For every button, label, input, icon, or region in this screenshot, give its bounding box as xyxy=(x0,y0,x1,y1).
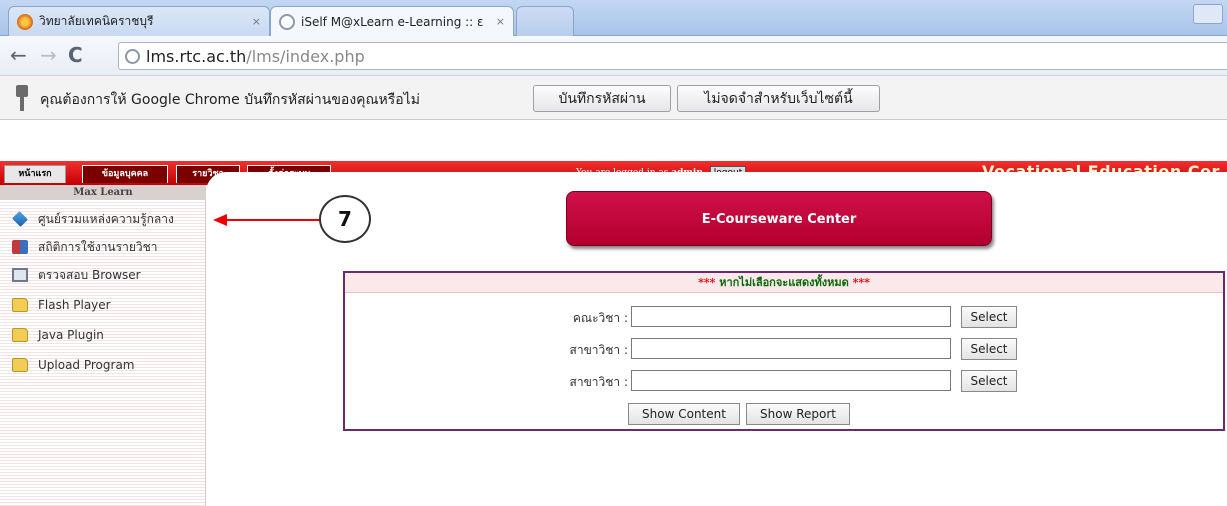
sidebar-item-label: ศูนย์รวมแหล่งความรู้กลาง xyxy=(38,211,174,226)
sidebar-header: Max Learn xyxy=(0,185,206,200)
faculty-select-button[interactable]: Select xyxy=(961,306,1017,328)
panel-stars-left: *** xyxy=(698,276,716,289)
computer-icon xyxy=(12,268,28,282)
department-input-2[interactable] xyxy=(631,370,951,391)
filter-row-department-1: สาขาวิชา : Select xyxy=(345,338,1223,362)
department-select-button-2[interactable]: Select xyxy=(961,370,1017,392)
page-top-spacer xyxy=(0,120,1227,161)
filter-row-faculty: คณะวิชา : Select xyxy=(345,306,1223,330)
new-tab-button[interactable] xyxy=(516,6,574,36)
tab-close-icon[interactable]: × xyxy=(496,15,505,28)
sidebar-item-java-plugin[interactable]: Java Plugin xyxy=(12,325,104,345)
panel-header: *** หากไม่เลือกจะแสดงทั้งหมด *** xyxy=(345,273,1223,293)
callout-line xyxy=(226,219,320,221)
window-minimize-icon[interactable] xyxy=(1193,4,1223,24)
sidebar-item-course-stats[interactable]: สถิติการใช้งานรายวิชา xyxy=(12,237,157,257)
globe-icon xyxy=(125,48,140,64)
browser-tab-strip: วิทยาลัยเทคนิคราชบุรี × iSelf M@xLearn e… xyxy=(0,0,1227,36)
sidebar-item-flash-player[interactable]: Flash Player xyxy=(12,295,111,315)
browser-tab-iself[interactable]: iSelf M@xLearn e-Learning :: ε × xyxy=(270,6,514,36)
sidebar-item-check-browser[interactable]: ตรวจสอบ Browser xyxy=(12,265,141,285)
tab-title: วิทยาลัยเทคนิคราชบุรี xyxy=(39,14,154,28)
address-bar[interactable]: lms.rtc.ac.th/lms/index.php xyxy=(118,42,1227,70)
globe-favicon-icon xyxy=(279,13,295,30)
nav-tab-personal[interactable]: ข้อมูลบุคคล xyxy=(82,165,168,183)
sidebar-item-label: Java Plugin xyxy=(38,328,104,342)
cube-icon xyxy=(12,211,28,227)
sidebar-item-label: Upload Program xyxy=(38,358,135,372)
browser-tab-college[interactable]: วิทยาลัยเทคนิคราชบุรี × xyxy=(8,6,270,36)
url-host: lms.rtc.ac.th xyxy=(146,46,247,66)
sidebar-item-label: สถิติการใช้งานรายวิชา xyxy=(38,239,158,254)
filter-row-department-2: สาขาวิชา : Select xyxy=(345,370,1223,394)
password-infobar: คุณต้องการให้ Google Chrome บันทึกรหัสผ่… xyxy=(0,76,1227,120)
back-arrow-icon[interactable]: ← xyxy=(10,44,27,66)
folder-icon xyxy=(12,298,28,312)
college-favicon-icon xyxy=(17,13,33,30)
folder-icon xyxy=(12,328,28,342)
department-select-button[interactable]: Select xyxy=(961,338,1017,360)
sidebar-item-knowledge-center[interactable]: ศูนย์รวมแหล่งความรู้กลาง xyxy=(12,209,174,229)
key-icon xyxy=(16,85,28,111)
faculty-label: คณะวิชา : xyxy=(572,311,628,325)
forward-arrow-icon[interactable]: → xyxy=(40,44,57,66)
save-password-button[interactable]: บันทึกรหัสผ่าน xyxy=(533,85,671,112)
reload-icon[interactable]: C xyxy=(68,44,83,66)
department-label: สาขาวิชา : xyxy=(569,343,628,357)
never-for-site-button[interactable]: ไม่จดจำสำหรับเว็บไซต์นี้ xyxy=(677,85,880,112)
department-input[interactable] xyxy=(631,338,951,359)
show-report-button[interactable]: Show Report xyxy=(746,403,850,425)
panel-title: หากไม่เลือกจะแสดงทั้งหมด xyxy=(719,276,849,289)
callout-number: 7 xyxy=(319,195,371,243)
panel-stars-right: *** xyxy=(852,276,870,289)
book-icon xyxy=(12,240,28,254)
sidebar-item-label: Flash Player xyxy=(38,298,111,312)
faculty-input[interactable] xyxy=(631,306,951,327)
sidebar-item-upload-program[interactable]: Upload Program xyxy=(12,355,135,375)
folder-icon xyxy=(12,358,28,372)
infobar-message: คุณต้องการให้ Google Chrome บันทึกรหัสผ่… xyxy=(40,92,420,108)
department-label-2: สาขาวิชา : xyxy=(569,375,628,389)
tab-title: iSelf M@xLearn e-Learning :: ε xyxy=(301,14,484,29)
url-path: /lms/index.php xyxy=(246,46,365,66)
tab-close-icon[interactable]: × xyxy=(252,15,261,28)
filter-panel: *** หากไม่เลือกจะแสดงทั้งหมด *** คณะวิชา… xyxy=(343,271,1225,431)
show-content-button[interactable]: Show Content xyxy=(628,403,740,425)
callout-arrow-icon xyxy=(213,214,227,226)
nav-tab-home[interactable]: หน้าแรก xyxy=(4,165,66,183)
browser-toolbar: ← → C lms.rtc.ac.th/lms/index.php xyxy=(0,36,1227,76)
sidebar: Max Learn ศูนย์รวมแหล่งความรู้กลาง สถิติ… xyxy=(0,185,206,506)
sidebar-item-label: ตรวจสอบ Browser xyxy=(38,267,141,282)
ecourseware-center-button[interactable]: E-Courseware Center xyxy=(566,191,992,246)
